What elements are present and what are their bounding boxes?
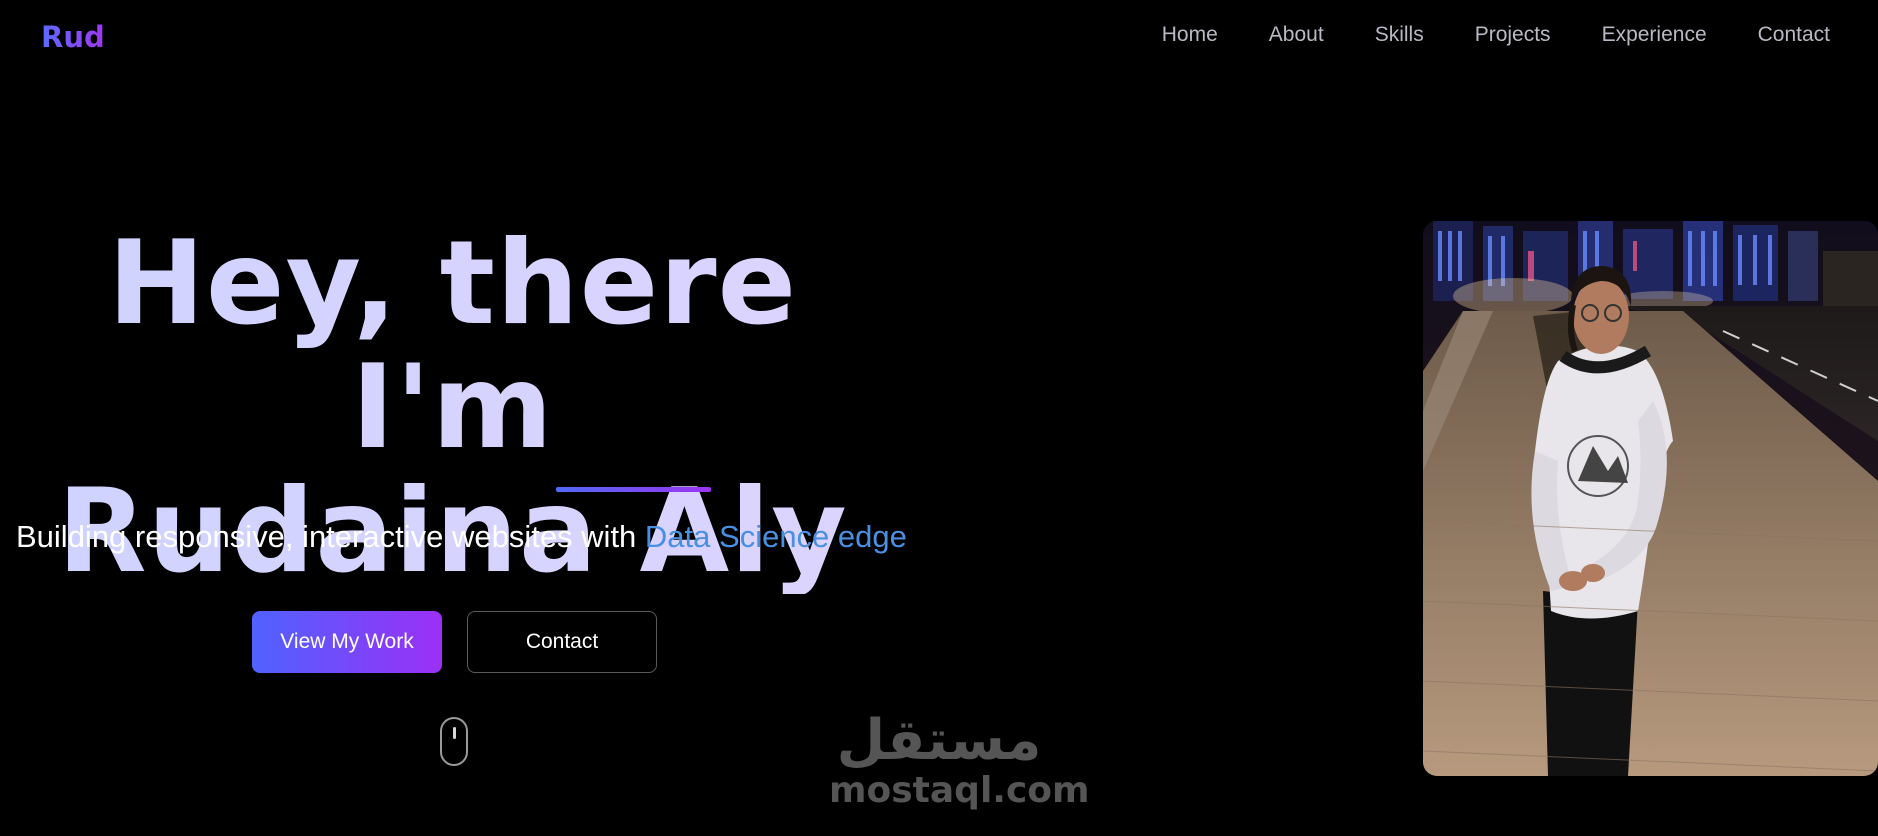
nav-about[interactable]: About <box>1269 20 1324 50</box>
hero-subtitle: Building responsive, interactive website… <box>16 519 907 555</box>
page: Rud Home About Skills Projects Experienc… <box>0 0 1878 836</box>
site-logo[interactable]: Rud <box>41 20 105 54</box>
watermark-arabic: مستقل <box>836 708 1042 773</box>
mouse-scroll-icon <box>440 717 468 766</box>
watermark-latin: mostaql.com <box>829 770 1090 811</box>
view-my-work-button[interactable]: View My Work <box>252 611 442 673</box>
nav-projects[interactable]: Projects <box>1475 20 1551 50</box>
nav-skills[interactable]: Skills <box>1375 20 1424 50</box>
mostaql-watermark: مستقل mostaql.com <box>829 708 1090 811</box>
nav-home[interactable]: Home <box>1162 20 1218 50</box>
hero-title-line-1: Hey, there I'm <box>107 216 798 475</box>
hero-subtitle-accent: Data Science edge <box>644 519 907 554</box>
nav-contact[interactable]: Contact <box>1758 20 1830 50</box>
contact-button[interactable]: Contact <box>467 611 657 673</box>
title-underline <box>556 487 711 492</box>
hero-subtitle-prefix: Building responsive, interactive website… <box>16 519 645 554</box>
main-nav: Home About Skills Projects Experience Co… <box>1111 20 1830 50</box>
nav-experience[interactable]: Experience <box>1602 20 1707 50</box>
mouse-wheel <box>453 727 456 739</box>
profile-photo-illustration <box>1423 221 1878 776</box>
profile-photo <box>1423 221 1878 776</box>
